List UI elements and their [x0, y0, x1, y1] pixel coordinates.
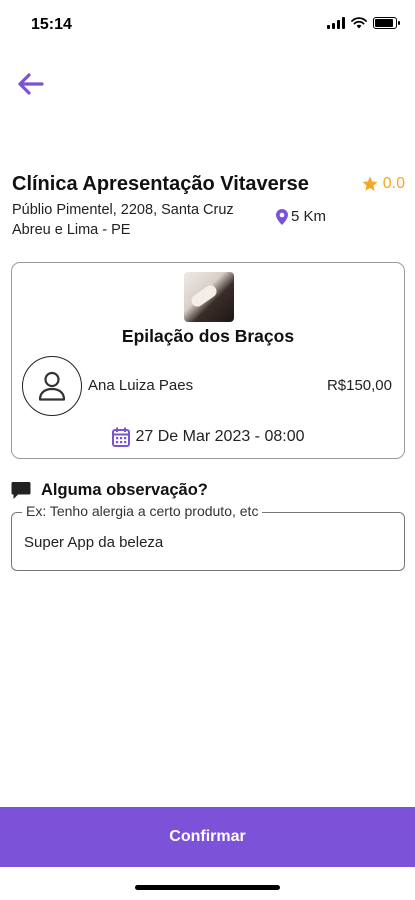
user-icon: [38, 371, 66, 401]
confirm-button-label: Confirmar: [169, 828, 246, 845]
status-icons: [327, 17, 400, 29]
distance-value: 5 Km: [291, 208, 327, 225]
professional-name: Ana Luiza Paes: [88, 377, 194, 394]
appointment-datetime: 27 De Mar 2023 - 08:00: [12, 427, 404, 447]
battery-icon: [373, 17, 400, 29]
star-icon: [362, 176, 378, 191]
rating-value: 0.0: [382, 175, 405, 192]
wifi-icon: [351, 17, 367, 29]
service-card: Epilação dos Braços Ana Luiza Paes R$150…: [11, 262, 405, 459]
clinic-name: Clínica Apresentação Vitaverse: [12, 173, 309, 195]
observation-field-value[interactable]: Super App da beleza: [24, 534, 163, 551]
service-title: Epilação dos Braços: [121, 326, 295, 346]
observation-field[interactable]: Ex: Tenho alergia a certo produto, etc S…: [11, 503, 405, 571]
clinic-header: Clínica Apresentação Vitaverse 0.0 Públi…: [12, 173, 405, 238]
clinic-address: Públio Pimentel, 2208, Santa Cruz Abreu …: [12, 200, 274, 240]
back-button[interactable]: [12, 66, 48, 102]
confirm-button[interactable]: Confirmar: [0, 807, 415, 867]
status-bar: 15:14: [0, 0, 415, 48]
observation-heading: Alguma observação?: [11, 481, 208, 500]
observation-heading-text: Alguma observação?: [41, 481, 208, 499]
cellular-signal-icon: [327, 17, 345, 29]
address-line-2: Abreu e Lima - PE: [12, 222, 131, 238]
battery-level: [375, 19, 393, 27]
professional-avatar: [22, 356, 82, 416]
rating: 0.0: [361, 175, 405, 193]
home-indicator: [135, 885, 280, 890]
service-price: R$150,00: [326, 377, 392, 394]
location-pin-icon: [276, 208, 288, 225]
appointment-datetime-text: 27 De Mar 2023 - 08:00: [135, 428, 305, 445]
address-line-1: Públio Pimentel, 2208, Santa Cruz: [12, 202, 234, 218]
comment-icon: [11, 482, 31, 499]
service-image: [184, 272, 234, 322]
distance: 5 Km: [276, 208, 326, 225]
observation-field-label: Ex: Tenho alergia a certo produto, etc: [22, 503, 263, 519]
arrow-left-icon: [18, 73, 44, 95]
calendar-icon: [111, 427, 130, 447]
status-time: 15:14: [31, 16, 72, 33]
